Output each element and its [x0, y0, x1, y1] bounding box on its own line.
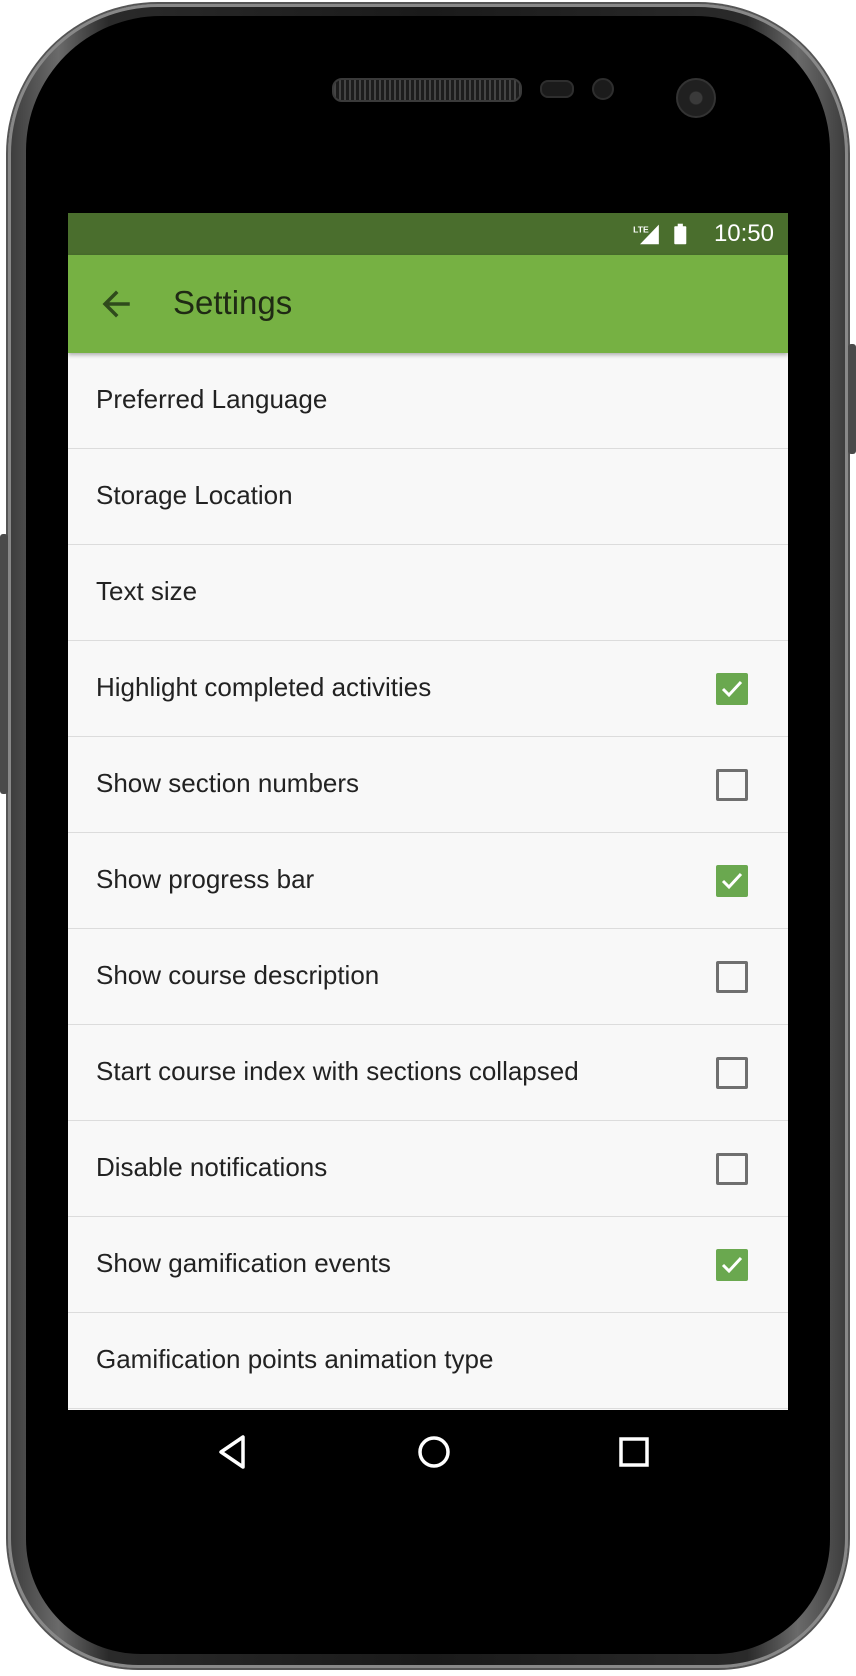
checkbox-unchecked[interactable] — [716, 1057, 748, 1089]
check-icon — [721, 680, 743, 698]
checkbox-checked[interactable] — [716, 865, 748, 897]
check-icon — [721, 872, 743, 890]
settings-row-label: Disable notifications — [96, 1152, 328, 1182]
battery-icon — [674, 226, 687, 245]
settings-row-label: Text size — [96, 576, 198, 606]
settings-row-label: Highlight completed activities — [96, 672, 432, 702]
screen: LTE 10:50 Settings Preferred Language Sto… — [68, 213, 788, 1493]
settings-row-label: Storage Location — [96, 480, 293, 510]
settings-row-label: Start course index with sections collaps… — [96, 1056, 579, 1086]
settings-row[interactable]: Highlight completed activities — [68, 641, 788, 737]
settings-row[interactable]: Gamification points animation type — [68, 1313, 788, 1409]
settings-row-label: Show gamification events — [96, 1248, 391, 1278]
lte-icon: LTE — [633, 224, 649, 234]
checkbox-unchecked[interactable] — [716, 1153, 748, 1185]
settings-row[interactable]: Disable notifications — [68, 1121, 788, 1217]
volume-button — [0, 534, 8, 794]
power-button — [848, 344, 856, 454]
checkbox-unchecked[interactable] — [716, 769, 748, 801]
status-icons: LTE — [633, 223, 687, 245]
status-bar: LTE 10:50 — [68, 213, 788, 255]
settings-row-label: Show progress bar — [96, 864, 315, 894]
settings-row[interactable]: Show section numbers — [68, 737, 788, 833]
check-icon — [721, 1256, 743, 1274]
settings-row-label: Gamification points animation type — [96, 1344, 494, 1374]
app-bar: Settings — [68, 255, 788, 353]
settings-row[interactable]: Show gamification events — [68, 1217, 788, 1313]
checkbox-checked[interactable] — [716, 673, 748, 705]
status-time: 10:50 — [713, 220, 774, 247]
settings-row[interactable]: Text size — [68, 545, 788, 641]
settings-row[interactable]: Start course index with sections collaps… — [68, 1025, 788, 1121]
settings-row-label: Show course description — [96, 960, 380, 990]
settings-row[interactable]: Storage Location — [68, 449, 788, 545]
light-sensor — [592, 78, 614, 100]
front-camera — [676, 78, 716, 118]
nav-recents-icon[interactable] — [610, 1428, 658, 1476]
nav-home-icon[interactable] — [410, 1428, 458, 1476]
settings-row[interactable]: Preferred Language — [68, 353, 788, 449]
back-button[interactable] — [92, 280, 140, 328]
settings-row-label: Show section numbers — [96, 768, 360, 798]
page-title: Settings — [173, 284, 293, 321]
checkbox-checked[interactable] — [716, 1249, 748, 1281]
settings-row-label: Preferred Language — [96, 384, 328, 414]
navigation-bar — [68, 1410, 788, 1493]
phone-frame: LTE 10:50 Settings Preferred Language Sto… — [0, 4, 856, 1668]
nav-back-icon[interactable] — [210, 1428, 258, 1476]
settings-row[interactable]: Show course description — [68, 929, 788, 1025]
settings-list: Preferred Language Storage Location Text s… — [68, 353, 788, 1410]
proximity-sensor — [540, 80, 574, 98]
speaker-grille — [332, 78, 522, 102]
arrow-back-icon — [102, 290, 130, 318]
checkbox-unchecked[interactable] — [716, 961, 748, 993]
settings-row[interactable]: Show progress bar — [68, 833, 788, 929]
